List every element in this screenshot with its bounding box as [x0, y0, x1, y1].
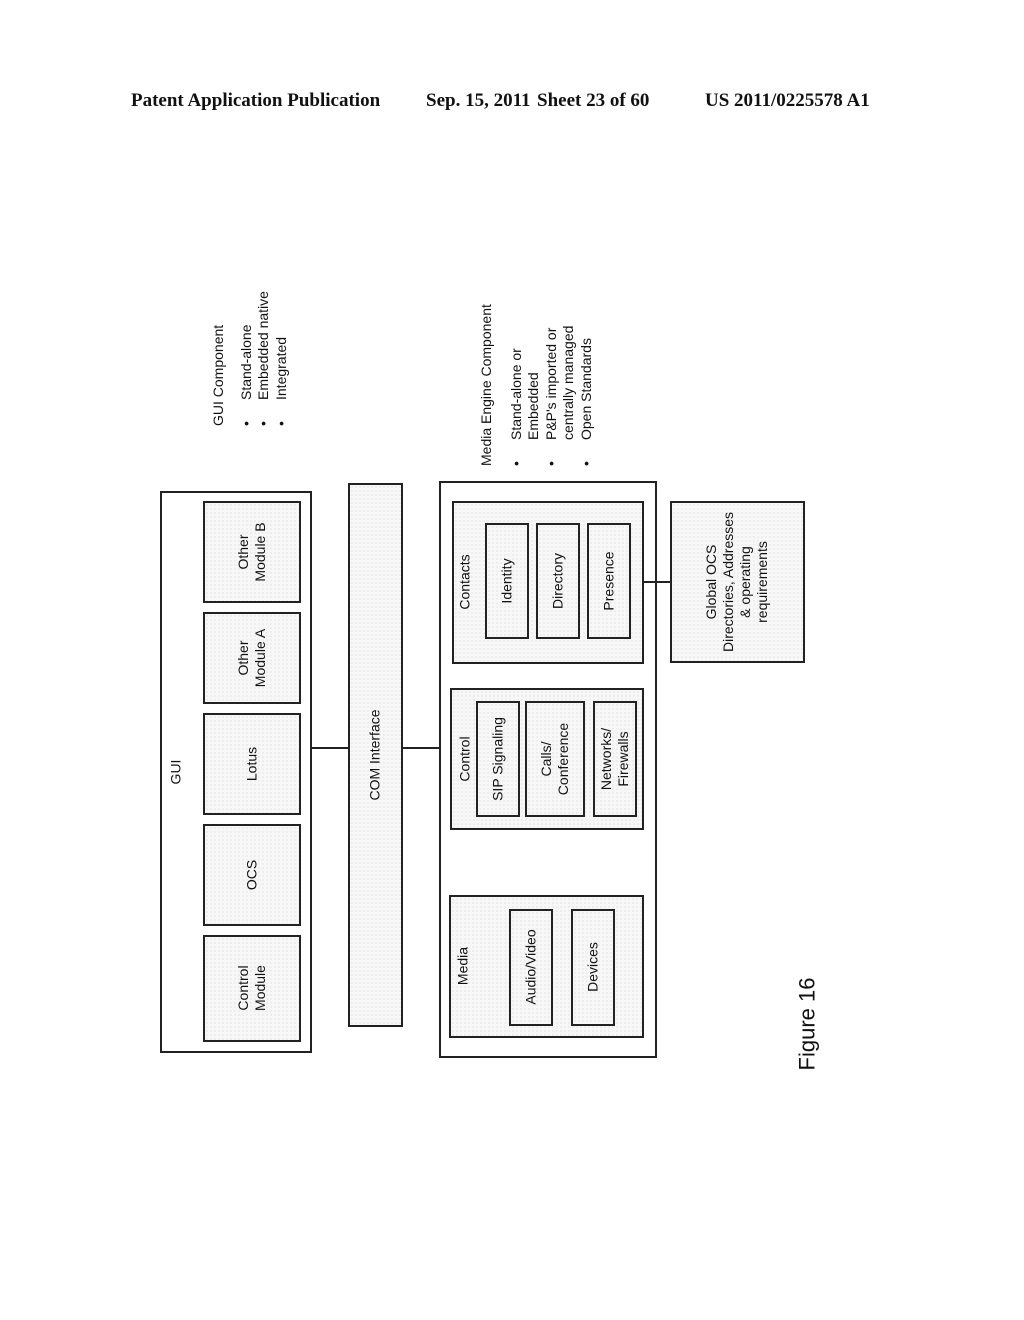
conference-line: Conference — [555, 722, 571, 796]
module-label-line: Module — [252, 965, 268, 1011]
module-label-line: Other — [235, 534, 251, 570]
presence-label: Presence — [600, 551, 617, 611]
media-bullet: Open Standards — [578, 304, 596, 466]
connector-contacts-global-ocs — [644, 581, 671, 583]
networks-line: Networks/ — [598, 727, 614, 791]
media-bullet-cont: centrally managed — [560, 325, 576, 440]
module-other-a-label: Other Module A — [235, 629, 269, 687]
sip-signaling-label: SIP Signaling — [489, 717, 506, 801]
figure-label: Figure 16 — [794, 977, 820, 1071]
sheet-number: Sheet 23 of 60 — [537, 90, 650, 111]
audio-video-label: Audio/Video — [522, 929, 539, 1005]
gui-label: GUI — [167, 759, 184, 785]
devices-label: Devices — [584, 942, 601, 992]
global-ocs-line: Directories, Addresses — [720, 511, 736, 653]
media-bullet: P&P's imported or — [543, 304, 561, 466]
contacts-label: Contacts — [456, 554, 473, 610]
gui-bullet: Integrated — [273, 291, 291, 426]
gui-component-legend: GUI Component Stand-alone Embedded nativ… — [210, 291, 290, 426]
networks-firewalls-label: Networks/ Firewalls — [598, 728, 632, 790]
media-engine-legend: Media Engine Component Stand-alone or Em… — [478, 304, 595, 466]
patent-number: US 2011/0225578 A1 — [705, 90, 870, 111]
gui-component-title: GUI Component — [210, 324, 226, 426]
global-ocs-line: requirements — [754, 541, 770, 623]
control-label: Control — [456, 736, 473, 782]
gui-bullet: Embedded native — [255, 291, 273, 426]
module-label-line: Module A — [252, 628, 268, 688]
connector-com-engine — [402, 747, 440, 749]
directory-label: Directory — [549, 552, 566, 610]
global-ocs-line: Global OCS — [703, 544, 719, 620]
publication-date: Sep. 15, 2011 — [426, 90, 531, 111]
module-lotus-label: Lotus — [243, 746, 260, 782]
publication-title: Patent Application Publication — [131, 90, 381, 111]
media-bullet: Stand-alone or — [508, 304, 526, 466]
global-ocs-line: & operating — [737, 546, 753, 618]
module-other-b-label: Other Module B — [235, 522, 269, 581]
media-label: Media — [454, 946, 471, 986]
firewalls-line: Firewalls — [615, 731, 631, 787]
module-label-line: Control — [235, 965, 251, 1011]
calls-line: Calls/ — [538, 741, 554, 777]
module-label-line: Module B — [252, 522, 268, 582]
media-engine-title: Media Engine Component — [478, 304, 494, 466]
global-ocs-label: Global OCS Directories, Addresses & oper… — [703, 512, 771, 652]
module-ocs-label: OCS — [243, 859, 260, 891]
gui-bullet: Stand-alone — [238, 291, 256, 426]
com-interface-label: COM Interface — [366, 709, 383, 801]
module-control-label: Control Module — [235, 965, 269, 1011]
module-label-line: Other — [235, 640, 251, 676]
identity-label: Identity — [498, 558, 515, 604]
calls-conference-label: Calls/ Conference — [538, 723, 572, 795]
media-bullet-cont: Embedded — [525, 372, 541, 440]
connector-gui-com — [311, 747, 349, 749]
